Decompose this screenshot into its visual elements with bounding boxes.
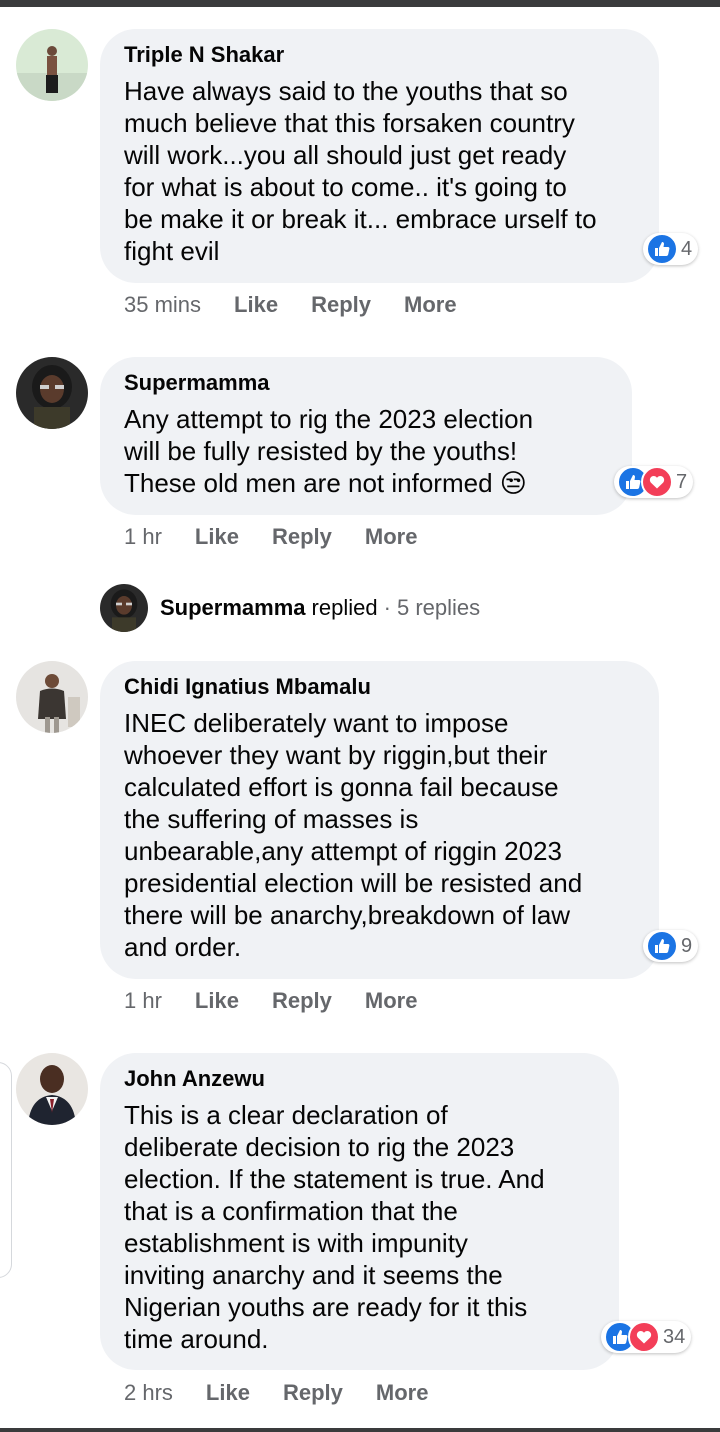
avatar[interactable] [16, 29, 88, 101]
comment-time[interactable]: 2 hrs [124, 1380, 173, 1406]
reaction-summary[interactable]: 9 [643, 930, 699, 962]
love-reaction-icon [628, 1321, 660, 1353]
more-button[interactable]: More [376, 1380, 429, 1406]
comment-actions: 1 hr Like Reply More [124, 986, 450, 1016]
reaction-count: 34 [663, 1325, 686, 1348]
side-panel-edge [0, 1062, 12, 1278]
comment-time[interactable]: 35 mins [124, 292, 201, 318]
comment-actions: 1 hr Like Reply More [124, 522, 450, 552]
more-button[interactable]: More [365, 988, 418, 1014]
comment-time[interactable]: 1 hr [124, 988, 162, 1014]
comment-actions: 2 hrs Like Reply More [124, 1378, 461, 1408]
avatar[interactable] [16, 661, 88, 733]
comment-text: This is a clear declaration of deliberat… [124, 1100, 545, 1354]
like-button[interactable]: Like [206, 1380, 250, 1406]
avatar[interactable] [16, 1053, 88, 1125]
view-replies-link[interactable]: Supermamma replied · 5 replies [100, 584, 480, 632]
like-reaction-icon [646, 930, 678, 962]
love-reaction-icon [641, 466, 673, 498]
top-bar [0, 0, 720, 7]
bottom-bar [0, 1428, 720, 1432]
comment-bubble[interactable]: Chidi Ignatius Mbamalu INEC deliberately… [100, 661, 659, 979]
comment-author[interactable]: Supermamma [124, 370, 270, 396]
comment-author[interactable]: Chidi Ignatius Mbamalu [124, 674, 371, 700]
like-button[interactable]: Like [195, 524, 239, 550]
comment-time[interactable]: 1 hr [124, 524, 162, 550]
reaction-summary[interactable]: 4 [643, 233, 699, 265]
reply-button[interactable]: Reply [272, 988, 332, 1014]
comment-bubble[interactable]: John Anzewu This is a clear declaration … [100, 1053, 619, 1370]
like-button[interactable]: Like [234, 292, 278, 318]
comment-bubble[interactable]: Triple N Shakar Have always said to the … [100, 29, 659, 283]
reply-button[interactable]: Reply [283, 1380, 343, 1406]
replier-name: Supermamma [160, 595, 306, 620]
reaction-summary[interactable]: 34 [601, 1321, 692, 1353]
comment-text: Have always said to the youths that so m… [124, 76, 597, 266]
more-button[interactable]: More [365, 524, 418, 550]
reply-button[interactable]: Reply [311, 292, 371, 318]
reaction-count: 9 [681, 934, 693, 957]
comment-actions: 35 mins Like Reply More [124, 290, 490, 320]
like-button[interactable]: Like [195, 988, 239, 1014]
comment-author[interactable]: John Anzewu [124, 1066, 265, 1092]
reaction-summary[interactable]: 7 [614, 466, 694, 498]
comment-bubble[interactable]: Supermamma Any attempt to rig the 2023 e… [100, 357, 632, 515]
more-button[interactable]: More [404, 292, 457, 318]
comment-text: INEC deliberately want to impose whoever… [124, 708, 583, 962]
reaction-count: 4 [681, 237, 693, 260]
replied-label: replied [311, 595, 378, 620]
avatar[interactable] [16, 357, 88, 429]
like-reaction-icon [646, 233, 678, 265]
reaction-count: 7 [676, 470, 688, 493]
reply-count: · 5 replies [383, 595, 481, 620]
comment-author[interactable]: Triple N Shakar [124, 42, 284, 68]
comment-text: Any attempt to rig the 2023 election wil… [124, 404, 534, 498]
avatar [100, 584, 148, 632]
reply-button[interactable]: Reply [272, 524, 332, 550]
